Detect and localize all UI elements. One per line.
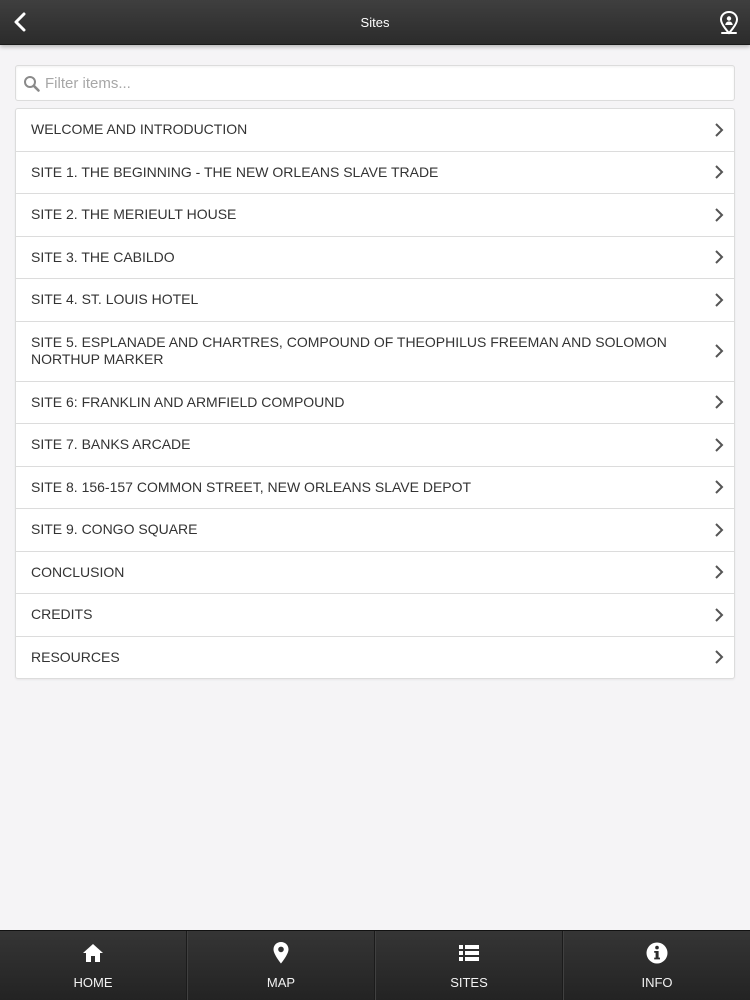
bottom-tab-bar: HOME MAP SITES INFO (0, 930, 750, 1000)
chevron-right-icon (715, 523, 724, 537)
list-item[interactable]: SITE 5. ESPLANADE AND CHARTRES, COMPOUND… (16, 322, 734, 382)
chevron-right-icon (715, 608, 724, 622)
list-item-label: SITE 1. THE BEGINNING - THE NEW ORLEANS … (31, 163, 439, 180)
list-item-label: RESOURCES (31, 648, 120, 665)
chevron-right-icon (715, 395, 724, 409)
chevron-right-icon (715, 208, 724, 222)
list-item-label: SITE 4. ST. LOUIS HOTEL (31, 291, 199, 307)
tab-info-label: INFO (641, 975, 673, 990)
filter-search-box[interactable] (15, 65, 735, 101)
tab-sites-label: SITES (450, 975, 488, 990)
chevron-right-icon (715, 650, 724, 664)
chevron-right-icon (715, 165, 724, 179)
search-icon (24, 76, 40, 92)
tab-map[interactable]: MAP (187, 931, 375, 1000)
chevron-right-icon (715, 565, 724, 579)
chevron-right-icon (715, 480, 724, 494)
chevron-right-icon (715, 250, 724, 264)
tab-map-label: MAP (266, 975, 296, 990)
list-item[interactable]: SITE 9. CONGO SQUARE (16, 509, 734, 552)
chevron-right-icon (715, 293, 724, 307)
list-item[interactable]: SITE 3. THE CABILDO (16, 237, 734, 279)
filter-input[interactable] (45, 66, 725, 100)
list-item-label: SITE 7. BANKS ARCADE (31, 436, 191, 452)
list-icon (457, 941, 481, 965)
list-item[interactable]: SITE 2. THE MERIEULT HOUSE (16, 194, 734, 237)
list-item[interactable]: CREDITS (16, 594, 734, 637)
my-location-button[interactable] (718, 10, 740, 36)
home-icon (81, 941, 105, 965)
list-item-label: SITE 3. THE CABILDO (31, 248, 175, 265)
info-icon (645, 941, 669, 965)
list-item[interactable]: SITE 4. ST. LOUIS HOTEL (16, 279, 734, 322)
top-navigation-bar: Sites (0, 0, 750, 45)
list-item[interactable]: RESOURCES (16, 637, 734, 679)
tab-home[interactable]: HOME (0, 931, 187, 1000)
list-item-label: SITE 2. THE MERIEULT HOUSE (31, 206, 237, 222)
tab-sites[interactable]: SITES (375, 931, 563, 1000)
list-item[interactable]: SITE 1. THE BEGINNING - THE NEW ORLEANS … (16, 152, 734, 194)
list-item-label: WELCOME AND INTRODUCTION (31, 121, 248, 137)
tab-info[interactable]: INFO (563, 931, 750, 1000)
map-pin-icon (269, 941, 293, 965)
chevron-right-icon (715, 123, 724, 137)
list-item-label: SITE 6: FRANKLIN AND ARMFIELD COMPOUND (31, 393, 345, 410)
tab-home-label: HOME (73, 975, 113, 990)
list-item[interactable]: SITE 8. 156-157 COMMON STREET, NEW ORLEA… (16, 467, 734, 509)
chevron-right-icon (715, 438, 724, 452)
page-title: Sites (360, 15, 390, 30)
list-item[interactable]: SITE 7. BANKS ARCADE (16, 424, 734, 467)
list-item-label: SITE 5. ESPLANADE AND CHARTRES, COMPOUND… (31, 333, 667, 368)
list-item-label: CONCLUSION (31, 563, 125, 580)
list-item[interactable]: CONCLUSION (16, 552, 734, 594)
chevron-right-icon (715, 344, 724, 358)
list-item-label: SITE 9. CONGO SQUARE (31, 521, 198, 537)
list-item-label: CREDITS (31, 606, 93, 622)
list-item[interactable]: SITE 6: FRANKLIN AND ARMFIELD COMPOUND (16, 382, 734, 424)
list-item[interactable]: WELCOME AND INTRODUCTION (16, 109, 734, 152)
map-pin-person-icon (719, 11, 739, 35)
sites-list: WELCOME AND INTRODUCTION SITE 1. THE BEG… (15, 108, 735, 679)
list-item-label: SITE 8. 156-157 COMMON STREET, NEW ORLEA… (31, 478, 472, 495)
